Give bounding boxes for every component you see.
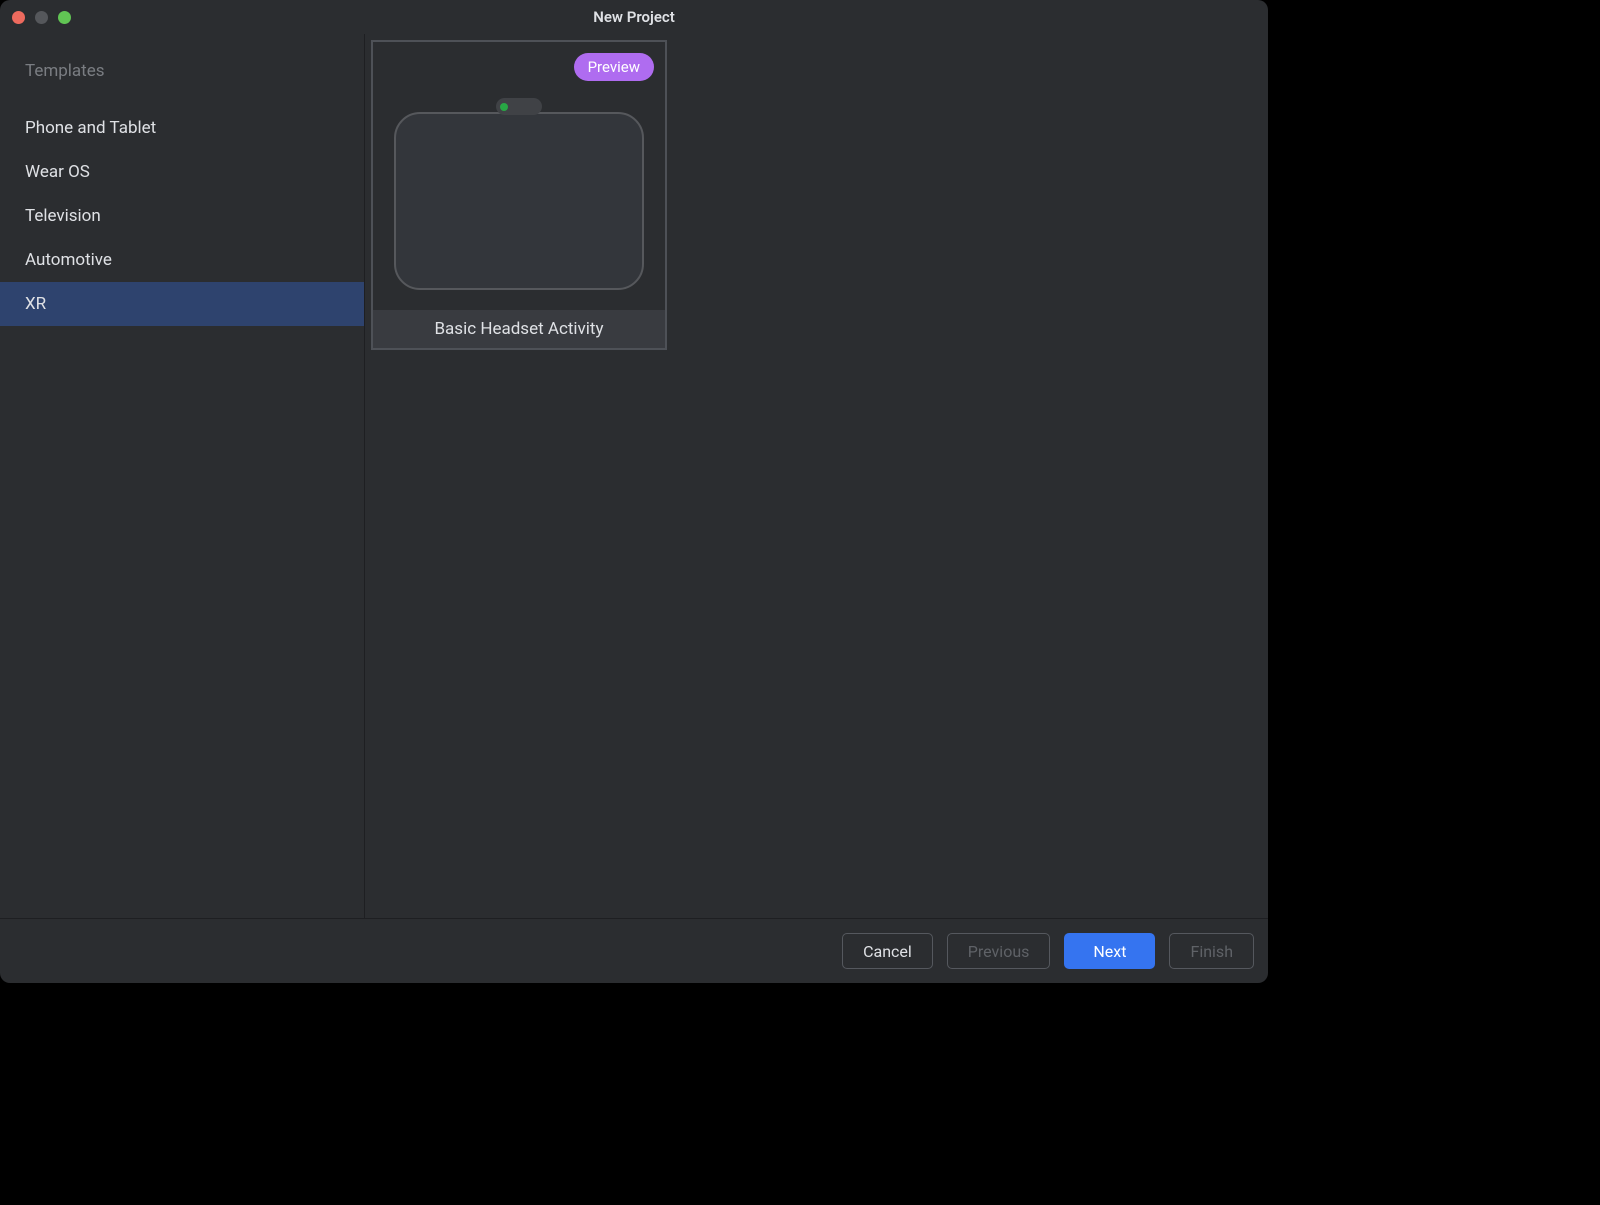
sidebar-item-label: Wear OS — [25, 162, 90, 182]
next-button[interactable]: Next — [1064, 933, 1155, 969]
finish-button: Finish — [1169, 933, 1254, 969]
dialog-body: Templates Phone and Tablet Wear OS Telev… — [0, 34, 1268, 918]
traffic-lights — [0, 11, 71, 24]
maximize-window-icon[interactable] — [58, 11, 71, 24]
headset-device-icon — [394, 112, 644, 290]
sidebar-heading: Templates — [0, 34, 364, 106]
sidebar-item-label: Television — [25, 206, 101, 226]
titlebar: New Project — [0, 0, 1268, 34]
sidebar-item-television[interactable]: Television — [0, 194, 364, 238]
cancel-button[interactable]: Cancel — [842, 933, 933, 969]
power-indicator-icon — [500, 103, 508, 111]
sidebar-item-label: XR — [25, 294, 46, 314]
new-project-dialog: New Project Templates Phone and Tablet W… — [0, 0, 1268, 983]
previous-button: Previous — [947, 933, 1051, 969]
sidebar-item-automotive[interactable]: Automotive — [0, 238, 364, 282]
sidebar-item-xr[interactable]: XR — [0, 282, 364, 326]
template-card-basic-headset-activity[interactable]: Preview Basic Headset Activity — [371, 40, 667, 350]
close-window-icon[interactable] — [12, 11, 25, 24]
sidebar-item-label: Automotive — [25, 250, 112, 270]
template-caption: Basic Headset Activity — [373, 310, 665, 348]
dialog-footer: Cancel Previous Next Finish — [0, 918, 1268, 983]
sidebar-item-phone-and-tablet[interactable]: Phone and Tablet — [0, 106, 364, 150]
sidebar-item-label: Phone and Tablet — [25, 118, 156, 138]
sidebar-item-wear-os[interactable]: Wear OS — [0, 150, 364, 194]
window-title: New Project — [0, 8, 1268, 26]
minimize-window-icon[interactable] — [35, 11, 48, 24]
template-thumbnail: Preview — [373, 42, 665, 310]
template-category-sidebar: Templates Phone and Tablet Wear OS Telev… — [0, 34, 365, 918]
headset-power-toggle-icon — [496, 98, 542, 115]
template-gallery: Preview Basic Headset Activity — [365, 34, 1268, 918]
preview-badge: Preview — [574, 53, 654, 81]
